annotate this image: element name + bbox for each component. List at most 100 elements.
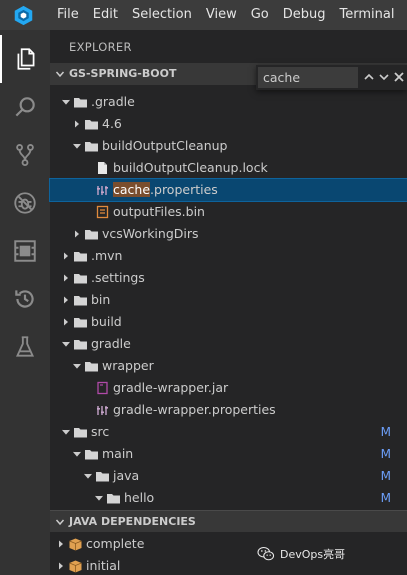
next-match-icon[interactable] <box>377 70 391 84</box>
debug-activity[interactable] <box>0 179 50 227</box>
tree-item-buildoutputcleanup-lock[interactable]: buildOutputCleanup.lock <box>50 157 407 179</box>
tree-item-label: 4.6 <box>102 116 122 131</box>
chevron-down-icon <box>84 473 92 479</box>
chevron-right-icon <box>64 296 68 304</box>
tree-item-outputfiles-bin[interactable]: outputFiles.bin <box>50 201 407 223</box>
menu-terminal[interactable]: Terminal <box>333 0 402 30</box>
find-input[interactable] <box>258 67 358 88</box>
menu-selection[interactable]: Selection <box>125 0 199 30</box>
java-dependencies-header[interactable]: JAVA DEPENDENCIES <box>50 510 407 532</box>
tree-item-label: cache.properties <box>113 179 218 201</box>
binary-file-icon <box>96 205 109 219</box>
debug-icon <box>14 192 36 214</box>
folder-icon <box>74 428 87 438</box>
tree-item-bin[interactable]: bin <box>50 289 407 311</box>
tree-item-label: vcsWorkingDirs <box>102 226 199 241</box>
extensions-activity[interactable] <box>0 227 50 275</box>
file-icon <box>98 162 107 174</box>
tree-item-gradle-wrapper-jar[interactable]: gradle-wrapper.jar <box>50 377 407 399</box>
tree-item-label: gradle-wrapper.properties <box>113 402 276 417</box>
flask-icon <box>15 336 35 357</box>
tree-item-label: gradle <box>91 336 131 351</box>
tree-item-label: .gradle <box>91 94 135 109</box>
tree-item-src[interactable]: src M <box>50 421 407 443</box>
folder-icon <box>74 252 87 262</box>
menu-go[interactable]: Go <box>244 0 276 30</box>
modified-badge: M <box>380 469 391 483</box>
tree-item-label: hello <box>124 490 155 505</box>
tree-item-label: initial <box>86 558 121 573</box>
explorer-activity[interactable] <box>0 35 50 83</box>
previous-match-icon[interactable] <box>362 70 376 84</box>
tree-item-gradle[interactable]: .gradle <box>50 91 407 113</box>
tree-item-label: gradle-wrapper.jar <box>113 380 229 395</box>
find-widget <box>256 65 407 90</box>
history-icon <box>15 290 34 308</box>
folder-icon <box>74 98 87 108</box>
folder-icon <box>85 142 98 152</box>
tree-item-label: .mvn <box>91 248 123 263</box>
explorer-sidebar: EXPLORER GS-SPRING-BOOT .gradle 4.6 buildO… <box>49 30 407 575</box>
close-icon[interactable] <box>392 70 406 84</box>
tree-item-settings[interactable]: .settings <box>50 267 407 289</box>
source-control-icon <box>16 144 34 166</box>
title-bar: File Edit Selection View Go Debug Terminal <box>0 0 407 30</box>
menu-debug[interactable]: Debug <box>276 0 333 30</box>
chevron-down-icon <box>62 429 70 435</box>
tree-item-gradle-wrapper-properties[interactable]: gradle-wrapper.properties <box>50 399 407 421</box>
file-tree: .gradle 4.6 buildOutputCleanup buildOutputC… <box>49 91 407 509</box>
tree-item-wrapper[interactable]: wrapper <box>50 355 407 377</box>
test-activity[interactable] <box>0 323 50 371</box>
tree-item-build[interactable]: build <box>50 311 407 333</box>
explorer-title: EXPLORER <box>69 40 132 54</box>
chevron-right-icon <box>75 120 79 128</box>
chevron-down-icon <box>73 451 81 457</box>
label-rest: .properties <box>150 182 218 197</box>
folder-icon <box>85 120 98 130</box>
chevron-down-icon <box>62 341 70 347</box>
jar-file-icon <box>97 381 108 395</box>
tree-item-gradle[interactable]: gradle <box>50 333 407 355</box>
tree-item-label: bin <box>91 292 111 307</box>
package-icon <box>69 560 82 573</box>
activity-bar <box>0 30 50 575</box>
tree-item-label: outputFiles.bin <box>113 204 205 219</box>
chevron-down-icon <box>55 519 65 526</box>
source-control-activity[interactable] <box>0 131 50 179</box>
app-logo-icon <box>14 5 33 26</box>
tree-item-vcsworkingdirs[interactable]: vcsWorkingDirs <box>50 223 407 245</box>
files-icon <box>17 48 35 70</box>
tree-item-label: main <box>102 446 134 461</box>
folder-icon <box>74 318 87 328</box>
modified-badge: M <box>380 491 391 505</box>
menu-file[interactable]: File <box>50 0 86 30</box>
tree-item-buildoutputcleanup[interactable]: buildOutputCleanup <box>50 135 407 157</box>
java-dependencies-tree: complete initial <box>50 533 407 575</box>
properties-file-icon <box>97 186 108 195</box>
chevron-right-icon <box>75 230 79 238</box>
tree-item-label: .settings <box>91 270 145 285</box>
search-activity[interactable] <box>0 83 50 131</box>
search-icon <box>15 97 35 117</box>
folder-icon <box>74 296 87 306</box>
tree-item-main[interactable]: main M <box>50 443 407 465</box>
tree-item-complete[interactable]: complete <box>50 533 407 555</box>
menu-view[interactable]: View <box>199 0 244 30</box>
tree-item-java[interactable]: java M <box>50 465 407 487</box>
tree-item-initial[interactable]: initial <box>50 555 407 575</box>
chevron-right-icon <box>64 318 68 326</box>
tree-item-hello[interactable]: hello M <box>50 487 407 509</box>
tree-item-cache-properties[interactable]: cache.properties <box>49 178 407 202</box>
tree-item-label: buildOutputCleanup.lock <box>113 160 268 175</box>
tree-item-4-6[interactable]: 4.6 <box>50 113 407 135</box>
chevron-right-icon <box>59 562 63 570</box>
chevron-right-icon <box>59 540 63 548</box>
java-dependencies-title: JAVA DEPENDENCIES <box>69 515 196 528</box>
folder-icon <box>107 494 120 504</box>
watermark: DevOps亮哥 <box>257 542 345 566</box>
chevron-down-icon <box>62 99 70 105</box>
tree-item-mvn[interactable]: .mvn <box>50 245 407 267</box>
tree-item-label: java <box>113 468 140 483</box>
history-activity[interactable] <box>0 275 50 323</box>
menu-edit[interactable]: Edit <box>86 0 125 30</box>
